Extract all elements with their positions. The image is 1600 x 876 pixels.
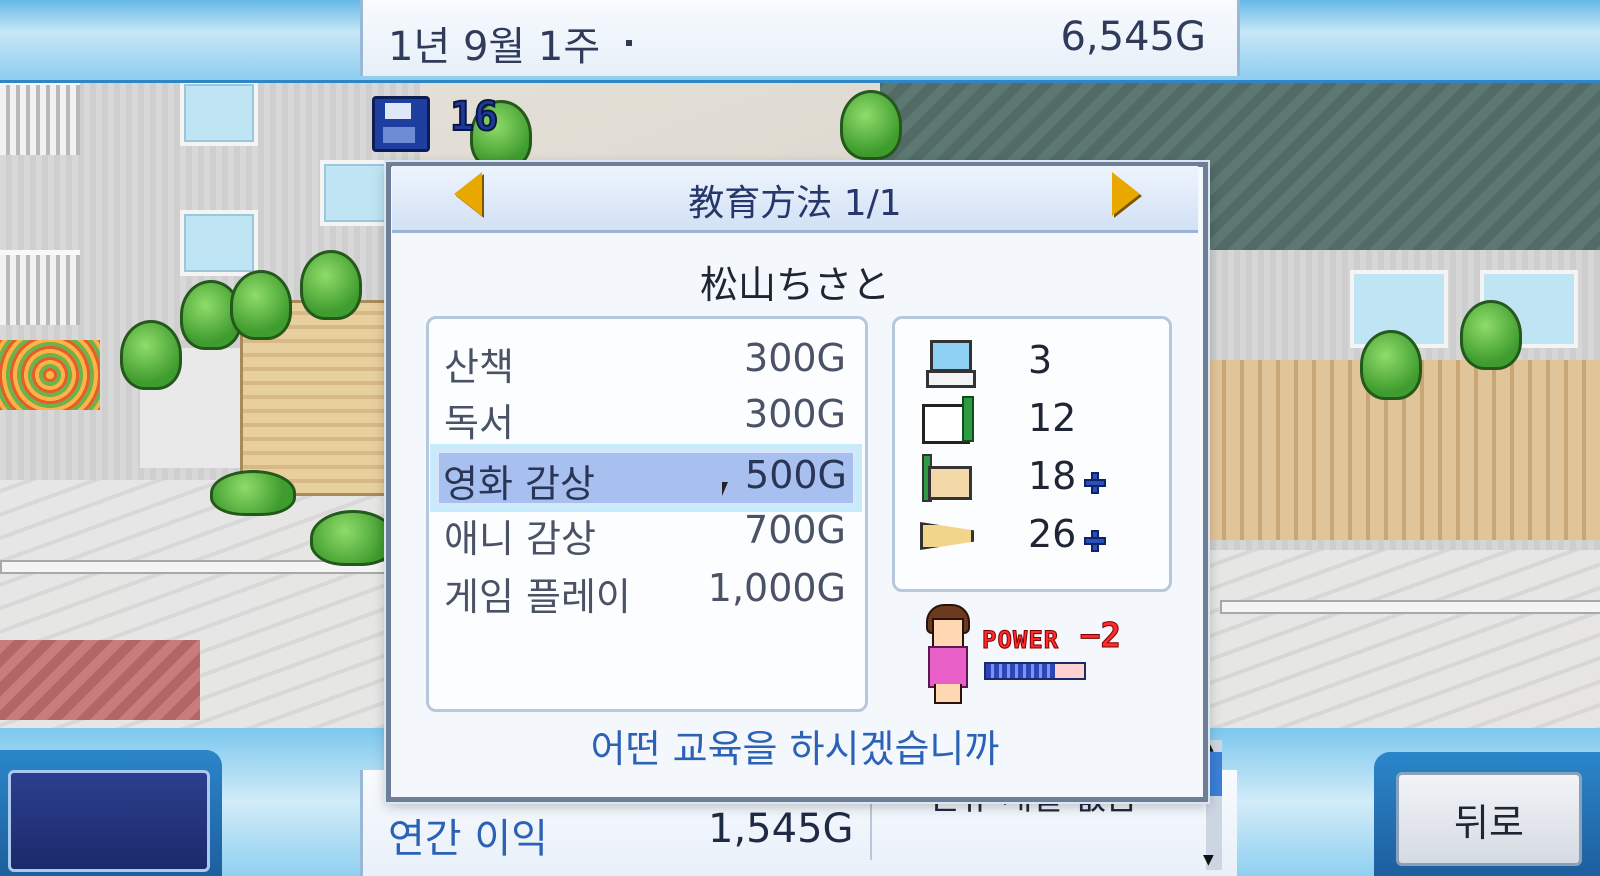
item-name: 영화 감상	[443, 462, 595, 506]
stat-programming: 3	[1028, 338, 1053, 382]
tree	[230, 270, 292, 340]
bottom-left-button-frame	[0, 750, 222, 876]
mouse-cursor-icon	[722, 482, 734, 496]
item-price: 300G	[744, 392, 846, 436]
list-item-selected[interactable]: 영화 감상 500G	[436, 450, 856, 506]
stat-graphics: 18	[1028, 454, 1077, 498]
computer-icon	[926, 340, 976, 388]
bush	[310, 510, 396, 566]
annual-profit-value: 1,545G	[708, 806, 854, 852]
item-price: 500G	[745, 453, 847, 497]
window	[180, 80, 258, 146]
character-name: 松山ちさと	[699, 263, 890, 307]
dialog-prompt: 어떤 교육을 하시겠습니까	[590, 727, 1000, 771]
floppy-disk-icon[interactable]	[372, 96, 430, 152]
money-display: 6,545G	[1060, 14, 1206, 60]
power-cost: −2	[1080, 616, 1122, 657]
back-button-label: 뒤로	[1454, 800, 1524, 845]
tree	[840, 90, 902, 160]
scroll-down-arrow-icon[interactable]: ▼	[1203, 852, 1214, 868]
game-date: 1년 9월 1주	[388, 24, 601, 70]
item-name: 게임 플레이	[444, 575, 631, 619]
graphics-icon	[922, 454, 972, 502]
window	[180, 210, 258, 276]
tree	[120, 320, 182, 390]
stat-increase-plus-icon	[1084, 472, 1106, 494]
list-item[interactable]: 애니 감상 700G	[440, 508, 852, 561]
flower-bed	[0, 340, 100, 410]
scrollbar-thumb[interactable]	[1206, 752, 1222, 796]
speed-indicator-dot	[626, 40, 632, 46]
dialog-title: 教育方法 1/1	[688, 183, 902, 224]
bush	[210, 470, 296, 516]
power-gauge-fill	[986, 664, 1055, 678]
sound-icon	[920, 512, 974, 556]
item-price: 1,000G	[707, 566, 846, 610]
character-sprite-icon	[920, 604, 972, 704]
list-item[interactable]: 게임 플레이 1,000G	[440, 566, 852, 619]
tree	[300, 250, 362, 320]
save-count: 16	[449, 93, 499, 141]
book-icon	[922, 396, 974, 444]
stat-sound: 26	[1028, 512, 1077, 556]
stat-scenario: 12	[1028, 396, 1077, 440]
guard-rail	[1220, 600, 1600, 614]
annual-profit-label: 연간 이익	[388, 816, 548, 862]
list-item[interactable]: 독서 300G	[440, 392, 852, 445]
tree	[1360, 330, 1422, 400]
stat-increase-plus-icon	[1084, 530, 1106, 552]
list-item[interactable]: 산책 300G	[440, 336, 852, 389]
item-price: 700G	[744, 508, 846, 552]
power-gauge	[984, 662, 1086, 680]
item-name: 독서	[444, 401, 514, 445]
back-button[interactable]: 뒤로	[1396, 772, 1582, 866]
item-price: 300G	[744, 336, 846, 380]
item-name: 산책	[444, 345, 514, 389]
menu-button[interactable]	[8, 770, 210, 872]
item-name: 애니 감상	[444, 517, 596, 561]
power-label: POWER	[981, 626, 1060, 655]
balcony	[0, 250, 80, 325]
balcony	[0, 80, 80, 155]
tree	[1460, 300, 1522, 370]
roof-red	[0, 640, 200, 720]
